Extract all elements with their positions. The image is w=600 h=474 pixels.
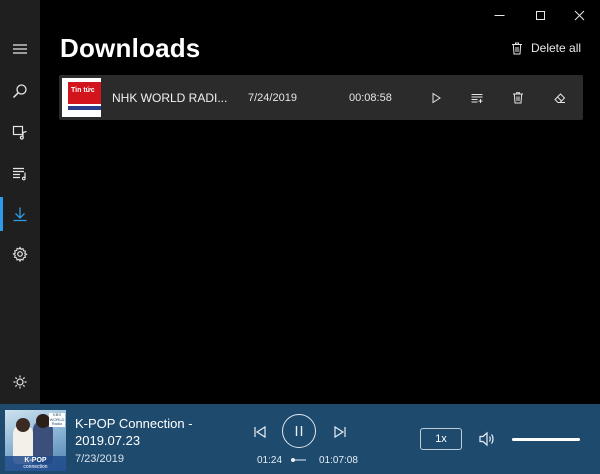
hamburger-menu-icon: [13, 44, 27, 54]
delete-all-label: Delete all: [531, 41, 582, 55]
delete-all-button[interactable]: Delete all: [511, 39, 581, 57]
playlist-icon: [13, 167, 26, 181]
total-time: 01:07:08: [319, 455, 358, 466]
trash-icon: [512, 42, 522, 54]
seek-bar[interactable]: [291, 458, 306, 462]
brightness-icon: [13, 375, 27, 389]
sidebar: [0, 0, 40, 404]
sidebar-item-theme[interactable]: [0, 362, 40, 402]
episode-duration: 00:08:58: [349, 92, 392, 104]
page-title: Downloads: [60, 33, 201, 63]
volume-slider-fill: [512, 438, 580, 441]
gear-icon: [12, 246, 28, 262]
seek-bar-fill: [291, 458, 295, 462]
sidebar-item-search[interactable]: [0, 71, 40, 111]
download-icon: [13, 207, 27, 222]
sidebar-item-library[interactable]: [0, 112, 40, 152]
download-item[interactable]: Tin tức NHK WORLD RADI... 7/24/2019 00:0…: [59, 75, 583, 120]
episode-thumbnail: Tin tức: [62, 78, 101, 117]
next-button[interactable]: [330, 422, 350, 442]
play-icon: [432, 92, 441, 104]
art-badge: KBS WORLD Radio: [49, 412, 65, 427]
volume-icon[interactable]: [478, 430, 496, 448]
delete-item-button[interactable]: [507, 87, 529, 109]
eraser-icon: [554, 93, 566, 103]
episode-date: 7/24/2019: [248, 92, 297, 104]
thumbnail-text: Tin tức: [71, 87, 95, 94]
now-playing-title: K-POP Connection - 2019.07.23: [75, 416, 193, 448]
trash-icon: [513, 92, 523, 104]
podcast-library-icon: [12, 125, 27, 140]
previous-button[interactable]: [250, 422, 270, 442]
clear-button[interactable]: [549, 87, 571, 109]
sidebar-item-playlist[interactable]: [0, 153, 40, 193]
playback-speed-button[interactable]: 1x: [420, 428, 462, 450]
pause-icon: [295, 426, 303, 436]
sidebar-item-menu[interactable]: [0, 29, 40, 69]
sidebar-item-downloads[interactable]: [0, 194, 40, 234]
minimize-button[interactable]: [476, 0, 522, 30]
close-button[interactable]: [556, 0, 600, 30]
add-to-queue-icon: [471, 94, 483, 103]
add-to-queue-button[interactable]: [466, 87, 488, 109]
maximize-icon: [535, 10, 545, 20]
sidebar-item-settings[interactable]: [0, 234, 40, 274]
play-button[interactable]: [425, 87, 447, 109]
close-icon: [574, 10, 584, 20]
elapsed-time: 01:24: [257, 455, 283, 466]
now-playing-bar: KBS WORLD Radio K-POP connection K-POP C…: [0, 404, 600, 474]
search-icon: [12, 84, 27, 99]
volume-slider[interactable]: [512, 438, 580, 441]
art-caption: K-POP connection: [5, 456, 66, 471]
album-art[interactable]: KBS WORLD Radio K-POP connection: [5, 410, 66, 471]
pause-button[interactable]: [282, 414, 316, 448]
episode-title: NHK WORLD RADI...: [112, 91, 228, 105]
minimize-icon: [494, 14, 504, 16]
skip-forward-icon: [334, 425, 346, 439]
skip-back-icon: [254, 425, 266, 439]
now-playing-date: 7/23/2019: [75, 453, 124, 465]
